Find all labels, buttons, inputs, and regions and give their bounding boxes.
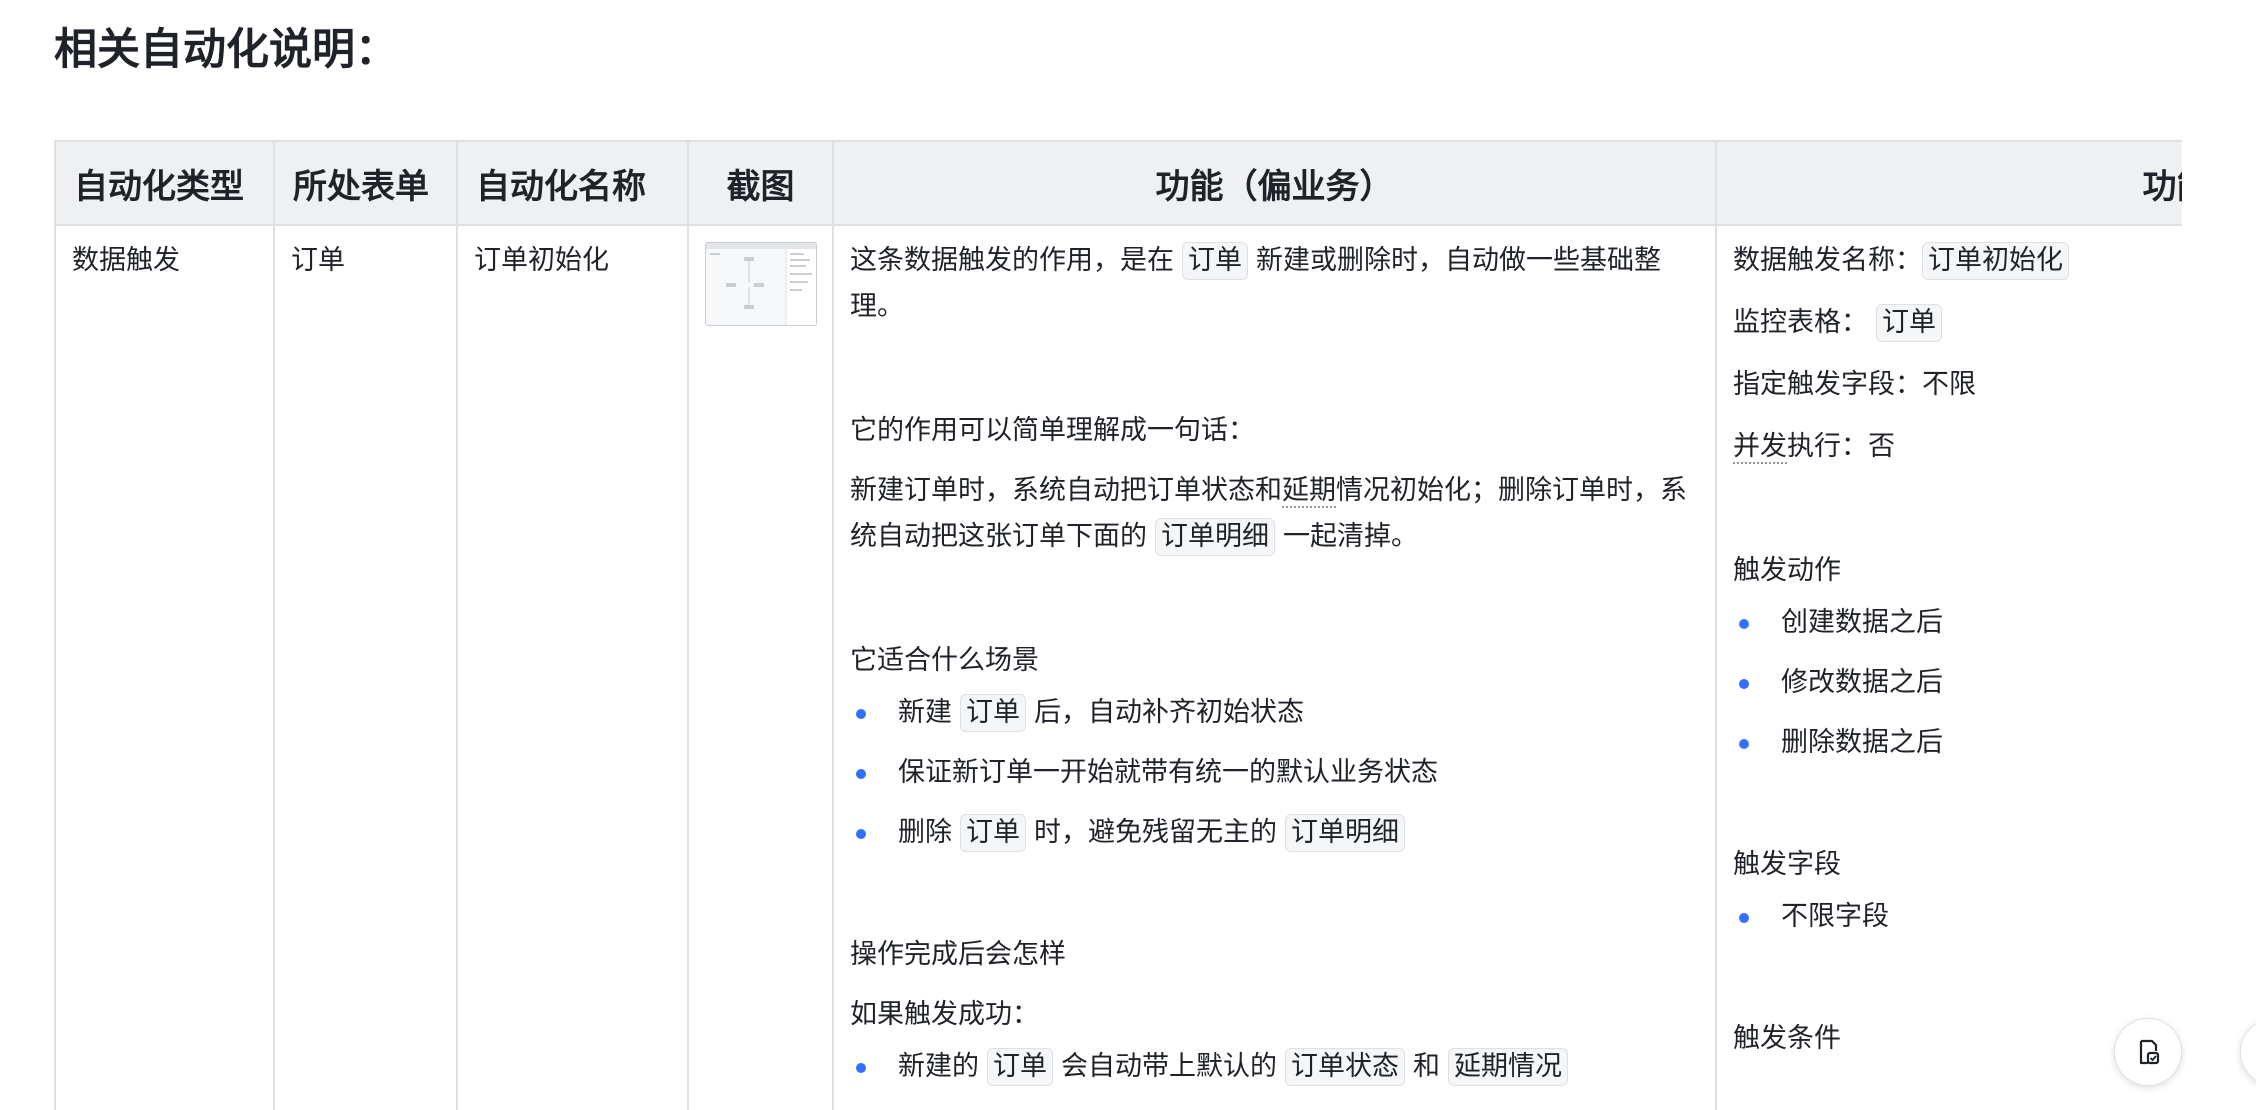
list-item: 修改数据之后 — [1733, 660, 2182, 706]
field-label: 指定触发字段： — [1733, 369, 1922, 400]
list-item: 删除数据之后 — [1733, 720, 2182, 766]
success-list: 新建的 订单 会自动带上默认的 订单状态和延期情况 — [850, 1044, 1699, 1090]
field-value: 不限 — [1922, 369, 1976, 400]
automation-type-text: 数据触发 — [72, 245, 180, 276]
func-summary: 新建订单时，系统自动把订单状态和延期情况初始化；删除订单时，系统自动把这张订单下… — [850, 468, 1699, 560]
trigger-name-row: 数据触发名称： 订单初始化 — [1733, 238, 2182, 284]
action-list: 创建数据之后 修改数据之后 删除数据之后 — [1733, 600, 2182, 766]
header-function-business[interactable]: 功能（偏业务） — [832, 140, 1717, 226]
mention-tag-order[interactable]: 订单 — [960, 694, 1026, 732]
list-item: 新建的 订单 会自动带上默认的 订单状态和延期情况 — [850, 1044, 1699, 1090]
func-intro-text: 这条数据触发的作用，是在 — [850, 245, 1174, 276]
doc-check-icon — [2139, 1039, 2160, 1065]
header-sheet[interactable]: 所处表单 — [273, 140, 458, 226]
cell-function-business[interactable]: 这条数据触发的作用，是在 订单 新建或删除时，自动做一些基础整理。 它的作用可以简单… — [832, 224, 1717, 1110]
mention-tag-trigger-name[interactable]: 订单初始化 — [1922, 242, 2069, 280]
fields-list: 不限字段 — [1733, 894, 2182, 940]
dotted-term[interactable]: 延期 — [1282, 475, 1336, 508]
table-viewport[interactable]: 自动化类型 所处表单 自动化名称 截图 功能（偏业务） 功能 数据触发 订单 订… — [54, 140, 2182, 1110]
fields-heading: 触发字段 — [1733, 849, 1841, 880]
dotted-term[interactable]: 并发 — [1733, 431, 1787, 464]
table-row: 数据触发 订单 订单初始化 这条数据触发的作用，是在 订单 新建或删除时，自动做… — [54, 224, 2182, 1110]
cell-sheet[interactable]: 订单 — [273, 224, 458, 1110]
list-item: 删除 订单 时，避免残留无主的 订单明细 — [850, 810, 1699, 856]
func-summary-text: 新建订单时，系统自动把订单状态和 — [850, 475, 1282, 506]
header-function[interactable]: 功能 — [1715, 140, 2182, 226]
func-summary-text: 一起清掉。 — [1283, 521, 1418, 552]
table-header-row: 自动化类型 所处表单 自动化名称 截图 功能（偏业务） 功能 — [54, 140, 2182, 226]
header-screenshot[interactable]: 截图 — [687, 140, 834, 226]
mention-tag-order[interactable]: 订单 — [987, 1048, 1053, 1086]
help-button[interactable] — [2240, 1018, 2256, 1086]
list-item: 新建 订单 后，自动补齐初始状态 — [850, 690, 1699, 736]
list-item-text: 和 — [1413, 1051, 1440, 1082]
monitor-row: 监控表格： 订单 — [1733, 300, 2182, 346]
list-item-text: 保证新订单一开始就带有统一的默认业务状态 — [898, 757, 1438, 788]
screenshot-thumbnail[interactable] — [705, 242, 817, 326]
mention-tag-delay[interactable]: 延期情况 — [1448, 1048, 1568, 1086]
cell-automation-type[interactable]: 数据触发 — [54, 224, 275, 1110]
cell-function[interactable]: 数据触发名称： 订单初始化 监控表格： 订单 指定触发字段：不限 并发执行：否 触发… — [1715, 224, 2182, 1110]
list-item-text: 删除 — [898, 817, 952, 848]
scenario-heading: 它适合什么场景 — [850, 645, 1039, 676]
screenshot-thumbnail-image — [706, 243, 816, 325]
concurrent-value: 否 — [1868, 431, 1895, 462]
list-item-text: 会自动带上默认的 — [1061, 1051, 1277, 1082]
list-item-text: 后，自动补齐初始状态 — [1034, 697, 1304, 728]
page: 相关自动化说明： 自动化类型 所处表单 自动化名称 截图 功能（偏业务） 功能 … — [0, 0, 2256, 1110]
mention-tag-order-status[interactable]: 订单状态 — [1285, 1048, 1405, 1086]
action-heading: 触发动作 — [1733, 555, 1841, 586]
scenario-list: 新建 订单 后，自动补齐初始状态 保证新订单一开始就带有统一的默认业务状态 删除 订单… — [850, 690, 1699, 856]
after-heading: 操作完成后会怎样 — [850, 939, 1066, 970]
cell-automation-name[interactable]: 订单初始化 — [456, 224, 689, 1110]
automation-name-text: 订单初始化 — [474, 245, 609, 276]
func-intro: 这条数据触发的作用，是在 订单 新建或删除时，自动做一些基础整理。 — [850, 238, 1699, 330]
sheet-text: 订单 — [291, 245, 345, 276]
mention-tag-order-detail[interactable]: 订单明细 — [1155, 518, 1275, 556]
header-automation-name[interactable]: 自动化名称 — [456, 140, 689, 226]
mention-tag-order[interactable]: 订单 — [1876, 304, 1942, 342]
success-heading: 如果触发成功： — [850, 999, 1039, 1030]
trigger-name-label: 数据触发名称： — [1733, 245, 1922, 276]
list-item: 创建数据之后 — [1733, 600, 2182, 646]
header-automation-type[interactable]: 自动化类型 — [54, 140, 275, 226]
mention-tag-order-detail[interactable]: 订单明细 — [1285, 814, 1405, 852]
list-item-text: 新建的 — [898, 1051, 979, 1082]
doc-check-button[interactable] — [2114, 1018, 2182, 1086]
section-title: 相关自动化说明： — [54, 25, 398, 75]
list-item-text: 新建 — [898, 697, 952, 728]
mention-tag-order[interactable]: 订单 — [960, 814, 1026, 852]
list-item: 保证新订单一开始就带有统一的默认业务状态 — [850, 750, 1699, 796]
func-summary-heading: 它的作用可以简单理解成一句话： — [850, 415, 1255, 446]
automation-table: 自动化类型 所处表单 自动化名称 截图 功能（偏业务） 功能 数据触发 订单 订… — [54, 140, 2182, 1110]
cell-screenshot[interactable] — [687, 224, 834, 1110]
concurrent-label: 执行： — [1787, 431, 1868, 462]
monitor-label: 监控表格： — [1733, 307, 1868, 338]
concurrent-row: 并发执行：否 — [1733, 424, 2182, 470]
mention-tag-order[interactable]: 订单 — [1182, 242, 1248, 280]
field-row: 指定触发字段：不限 — [1733, 362, 2182, 408]
list-item: 不限字段 — [1733, 894, 2182, 940]
list-item-text: 时，避免残留无主的 — [1034, 817, 1277, 848]
